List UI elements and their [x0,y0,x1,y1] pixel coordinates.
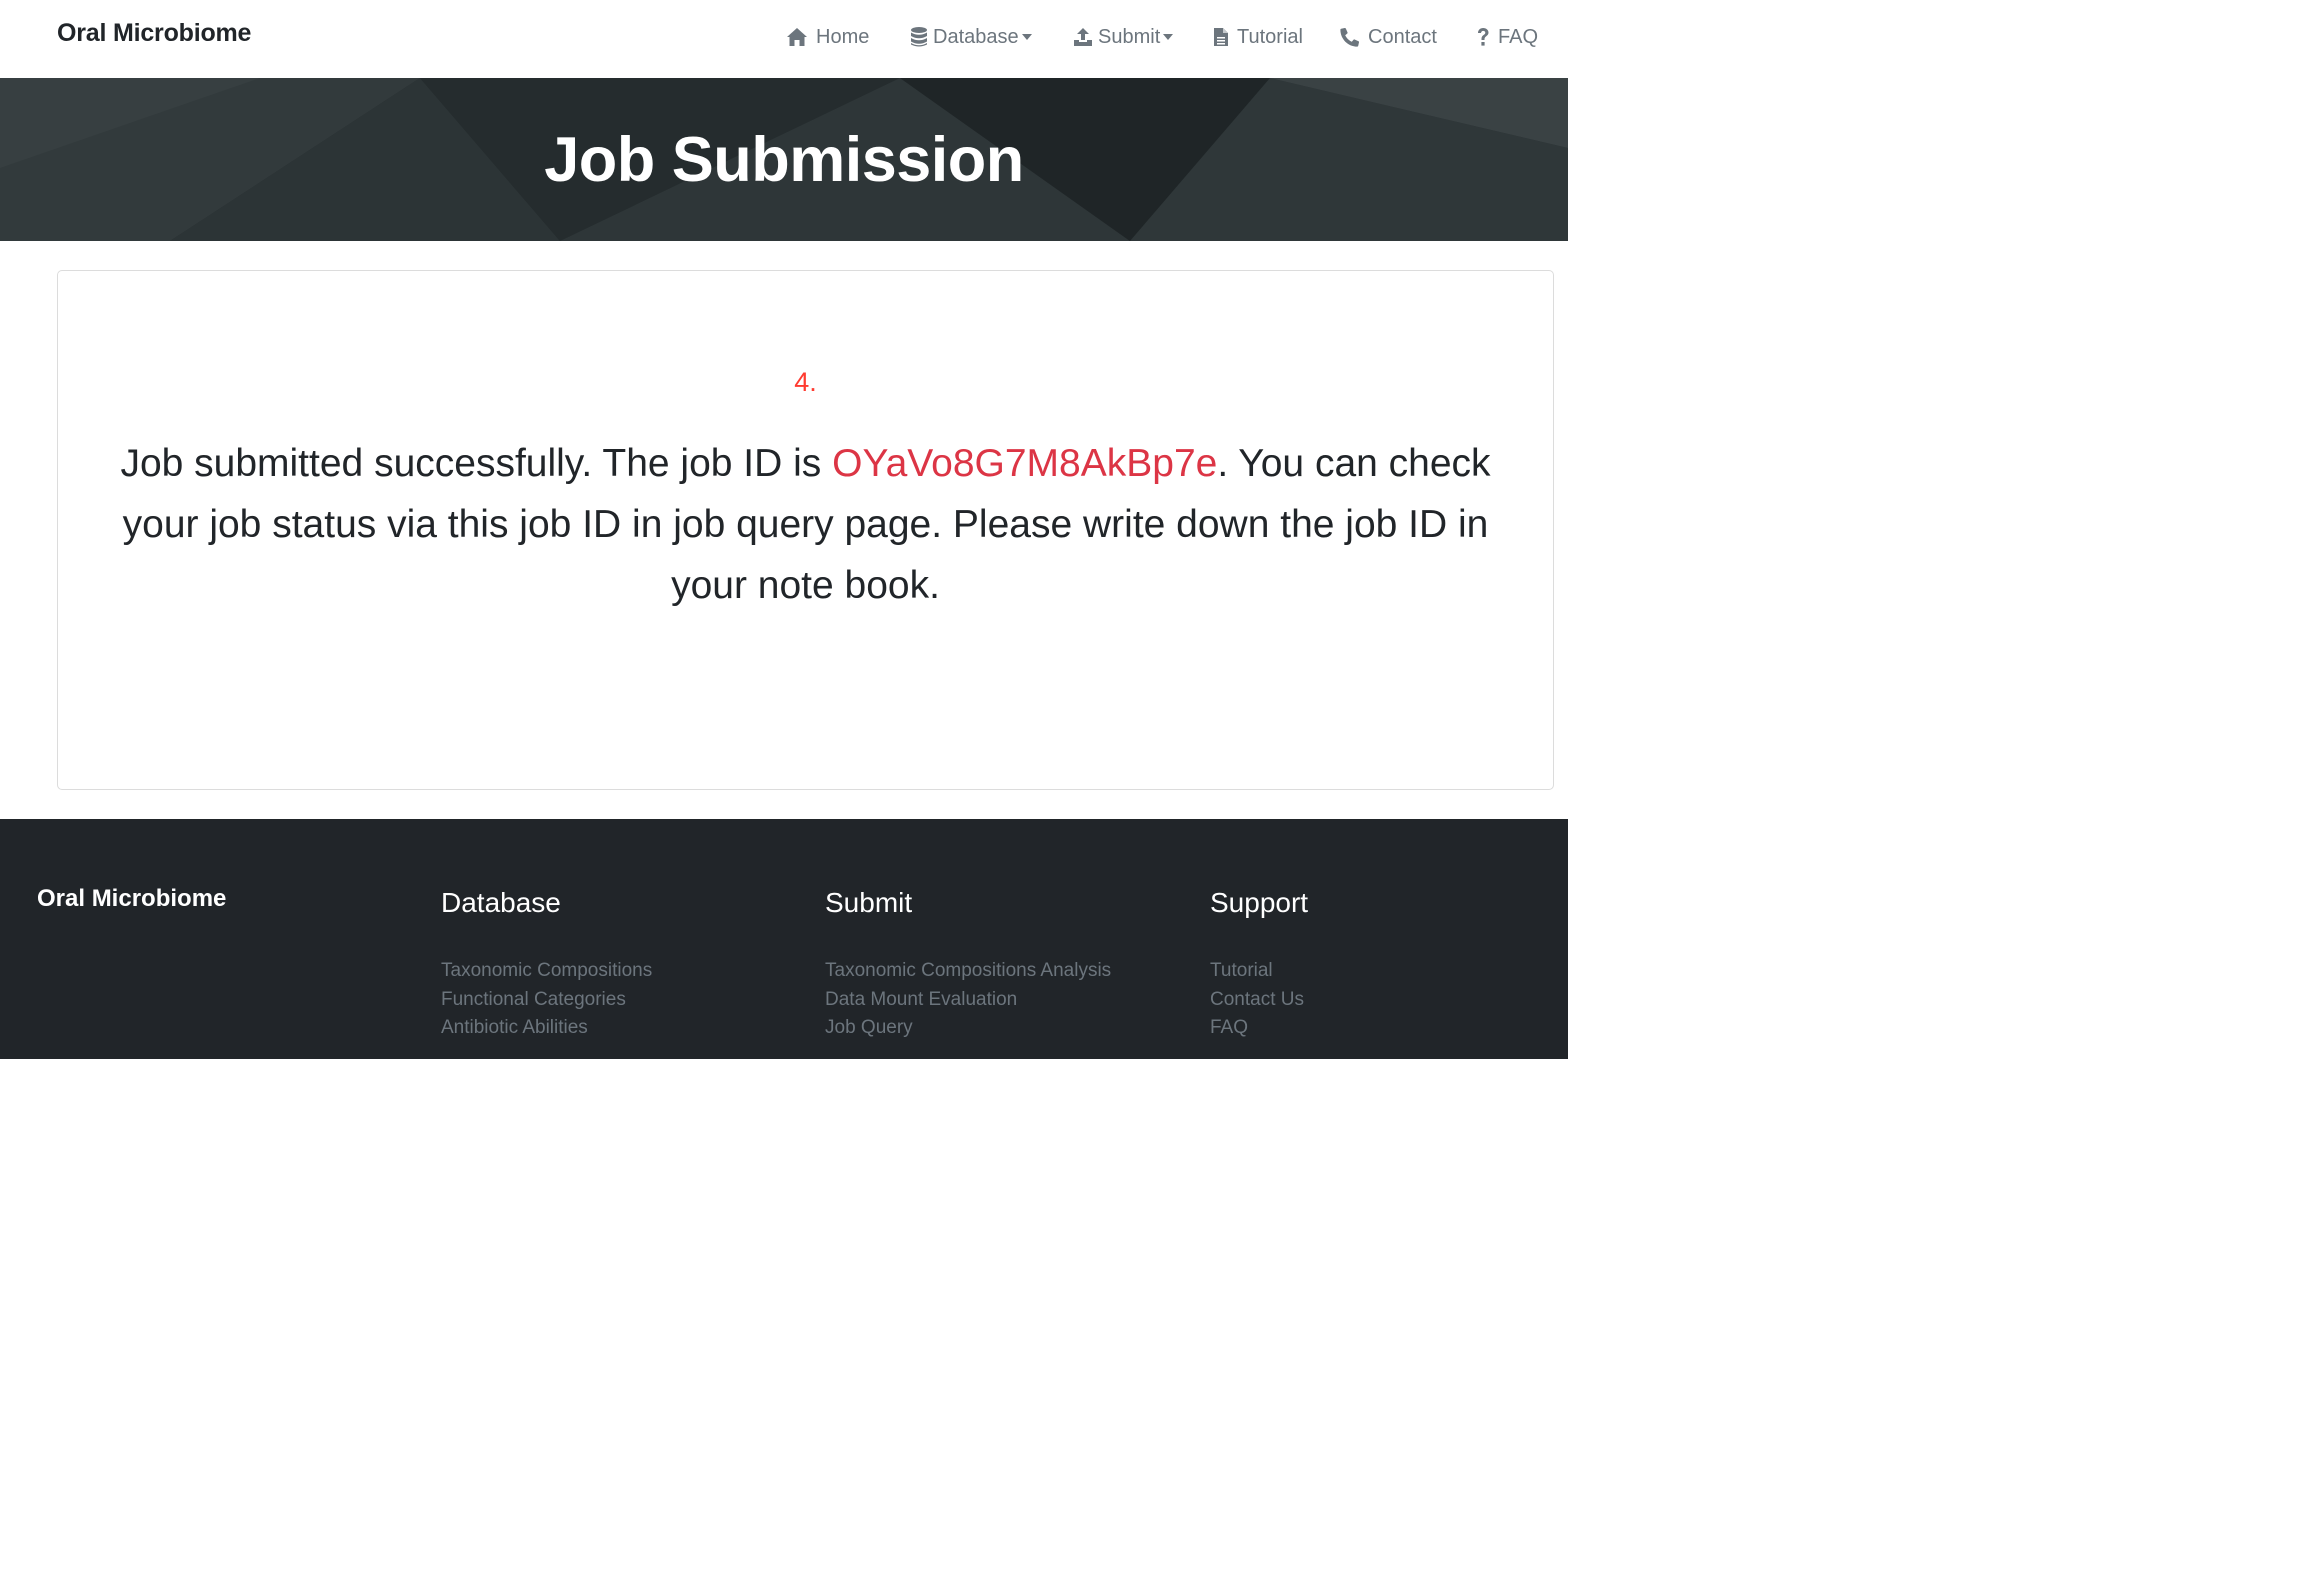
home-icon [786,27,808,47]
chevron-down-icon [1021,34,1032,40]
question-icon [1476,27,1490,47]
footer-link-data-mount-evaluation[interactable]: Data Mount Evaluation [825,986,1111,1015]
footer-column-title: Database [441,887,561,918]
submission-result-card: 4. Job submitted successfully. The job I… [57,270,1554,790]
nav-item-label: FAQ [1498,25,1539,48]
nav-item-label: Submit [1098,25,1161,48]
nav-item-contact[interactable]: Contact [1340,24,1437,50]
nav-item-home[interactable]: Home [786,24,869,50]
page-title: Job Submission [544,124,1024,195]
footer-brand[interactable]: Oral Microbiome [37,885,226,913]
footer-link-functional-categories[interactable]: Functional Categories [441,986,652,1015]
footer-column-title: Support [1210,887,1309,918]
nav-item-label: Contact [1368,25,1437,48]
footer-link-antibiotic-abilities[interactable]: Antibiotic Abilities [441,1014,652,1043]
nav-item-faq[interactable]: FAQ [1476,24,1538,50]
page-header-banner: Job Submission [0,78,1568,241]
footer-link-taxonomic-compositions[interactable]: Taxonomic Compositions [441,957,652,986]
footer-column-database: Database Taxonomic Compositions Function… [441,887,652,1043]
nav-item-database[interactable]: Database [910,24,1032,50]
nav-item-label: Database [933,25,1019,48]
footer-link-contact-us[interactable]: Contact Us [1210,986,1308,1015]
footer-link-faq[interactable]: FAQ [1210,1014,1308,1043]
message-text-before: Job submitted successfully. The job ID i… [120,442,833,485]
navbar-brand[interactable]: Oral Microbiome [57,19,251,48]
footer-link-tutorial[interactable]: Tutorial [1210,957,1308,986]
footer-column-title: Submit [825,887,913,918]
upload-icon [1073,27,1093,47]
phone-icon [1340,27,1360,47]
nav-item-submit[interactable]: Submit [1073,24,1174,50]
footer-column-support: Support Tutorial Contact Us FAQ [1210,887,1308,1043]
nav-item-label: Home [816,25,870,48]
footer-link-taxonomic-compositions-analysis[interactable]: Taxonomic Compositions Analysis [825,957,1111,986]
top-navbar: Oral Microbiome Home Database Submit Tut… [0,0,1568,78]
step-number: 4. [794,367,817,397]
chevron-down-icon [1163,34,1174,40]
nav-item-label: Tutorial [1237,25,1303,48]
site-footer: Oral Microbiome Database Taxonomic Compo… [0,819,1568,1059]
nav-item-tutorial[interactable]: Tutorial [1213,24,1303,50]
footer-column-submit: Submit Taxonomic Compositions Analysis D… [825,887,1111,1043]
footer-link-job-query[interactable]: Job Query [825,1014,1111,1043]
job-id: OYaVo8G7M8AkBp7e [832,442,1218,485]
database-icon [910,26,928,48]
file-icon [1213,27,1229,47]
submission-message: Job submitted successfully. The job ID i… [118,433,1493,616]
